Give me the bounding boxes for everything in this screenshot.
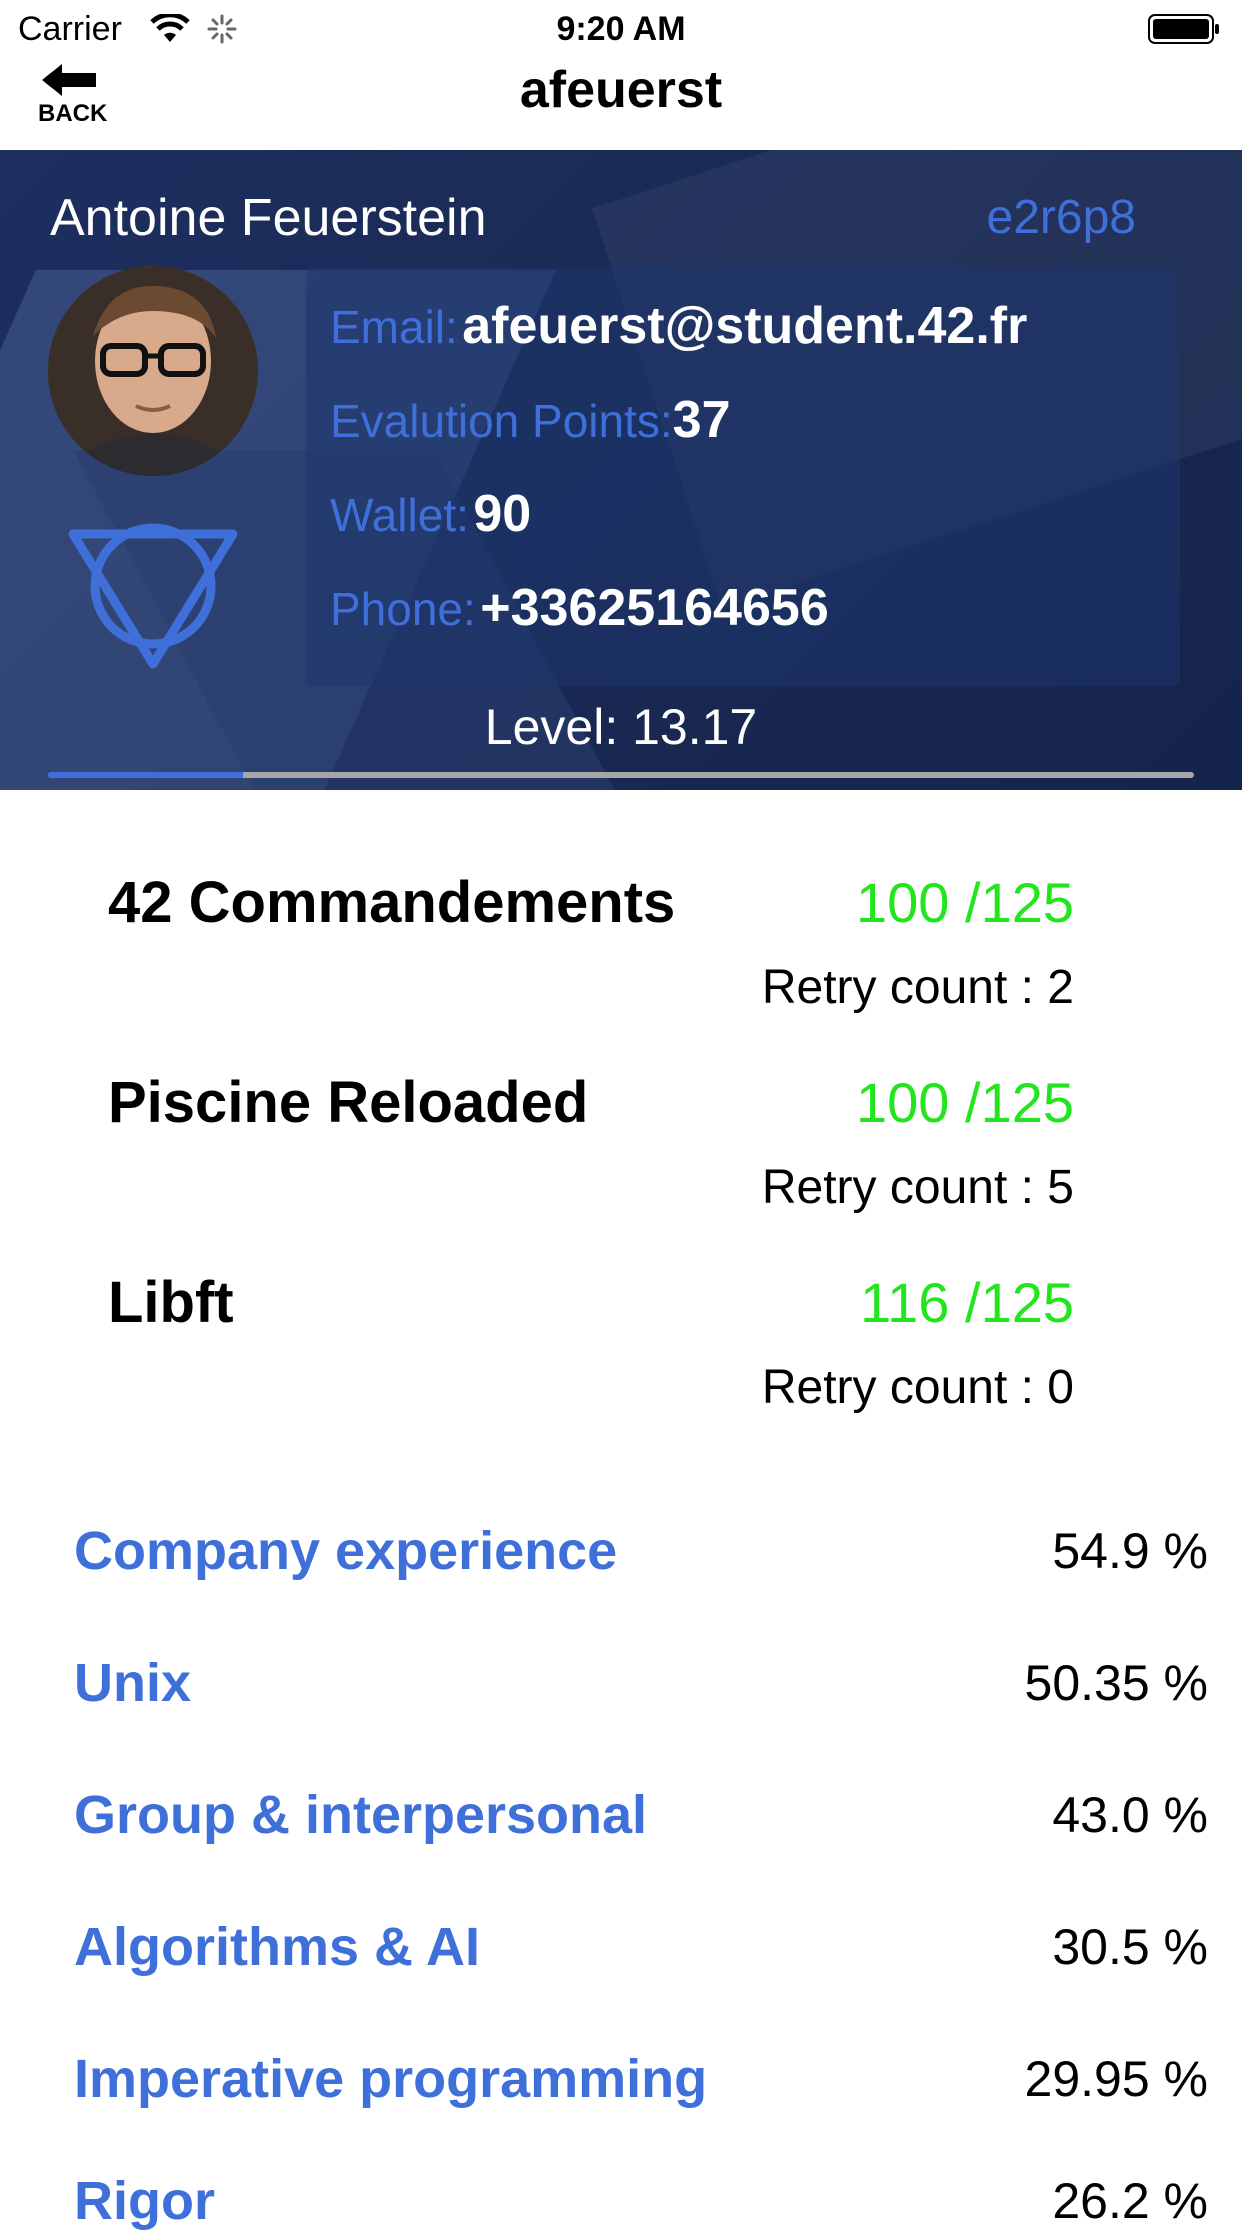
avatar	[48, 266, 258, 476]
skill-row[interactable]: Algorithms & AI 30.5 %	[74, 1912, 1208, 1982]
status-time: 9:20 AM	[556, 10, 686, 48]
coalition-logo-icon	[68, 523, 238, 669]
email-label: Email:	[330, 301, 458, 353]
skill-row[interactable]: Group & interpersonal 43.0 %	[74, 1780, 1208, 1850]
project-item[interactable]: Piscine Reloaded 100 /125 Retry count : …	[108, 1068, 1074, 1268]
project-item[interactable]: 42 Commandements 100 /125 Retry count : …	[108, 868, 1074, 1068]
wallet-label: Wallet:	[330, 489, 469, 541]
skill-row[interactable]: Unix 50.35 %	[74, 1648, 1208, 1718]
skill-row[interactable]: Imperative programming 29.95 %	[74, 2044, 1208, 2114]
avatar-portrait	[48, 266, 258, 476]
battery-icon	[1148, 14, 1219, 44]
project-retry-count: Retry count : 5	[761, 1161, 1074, 1214]
wallet-row: Wallet: 90	[330, 484, 531, 544]
skill-percent: 50.35 %	[1024, 1655, 1208, 1711]
email-row: Email: afeuerst@student.42.fr	[330, 296, 1027, 356]
eval-points-value: 37	[672, 391, 731, 449]
project-score: 116 /125	[860, 1271, 1074, 1334]
wallet-value: 90	[473, 485, 532, 543]
info-panel: Email: afeuerst@student.42.fr Evalution …	[306, 268, 1180, 686]
skill-name: Group & interpersonal	[74, 1785, 648, 1845]
skill-name: Unix	[74, 1653, 192, 1713]
eval-points-label: Evalution Points:	[330, 395, 673, 447]
skill-percent: 54.9 %	[1052, 1523, 1208, 1579]
skill-name: Imperative programming	[74, 2049, 708, 2109]
profile-header: Antoine Feuerstein e2r6p8 Email: afeuers…	[0, 150, 1242, 790]
phone-row: Phone: +33625164656	[330, 578, 829, 638]
project-retry-count: Retry count : 2	[761, 961, 1074, 1014]
skill-row[interactable]: Rigor 26.2 %	[74, 2166, 1208, 2236]
skill-row[interactable]: Company experience 54.9 %	[74, 1516, 1208, 1586]
eval-points-row: Evalution Points:37	[330, 390, 731, 450]
status-bar: Carrier 9:20 AM	[0, 0, 1242, 60]
skill-percent: 26.2 %	[1052, 2173, 1208, 2229]
skill-percent: 43.0 %	[1052, 1787, 1208, 1843]
skill-percent: 29.95 %	[1024, 2051, 1208, 2107]
project-score: 100 /125	[856, 871, 1074, 934]
project-item[interactable]: Libft 116 /125 Retry count : 0	[108, 1268, 1074, 1468]
skill-name: Rigor	[74, 2171, 215, 2231]
user-full-name: Antoine Feuerstein	[50, 189, 487, 247]
skill-name: Company experience	[74, 1521, 618, 1581]
skill-percent: 30.5 %	[1052, 1919, 1208, 1975]
level-text: Level: 13.17	[484, 699, 758, 755]
project-name: Piscine Reloaded	[108, 1070, 589, 1135]
phone-value: +33625164656	[480, 579, 829, 637]
project-name: 42 Commandements	[108, 870, 676, 935]
user-location: e2r6p8	[986, 191, 1136, 244]
project-score: 100 /125	[856, 1071, 1074, 1134]
project-name: Libft	[108, 1270, 234, 1335]
skill-name: Algorithms & AI	[74, 1917, 481, 1977]
project-retry-count: Retry count : 0	[761, 1361, 1074, 1414]
level-progress-fill	[48, 772, 243, 778]
level-progress-bar	[48, 772, 1194, 778]
navigation-bar: BACK afeuerst	[0, 60, 1242, 151]
email-value: afeuerst@student.42.fr	[462, 297, 1028, 355]
nav-title: afeuerst	[519, 61, 723, 119]
phone-label: Phone:	[330, 583, 476, 635]
